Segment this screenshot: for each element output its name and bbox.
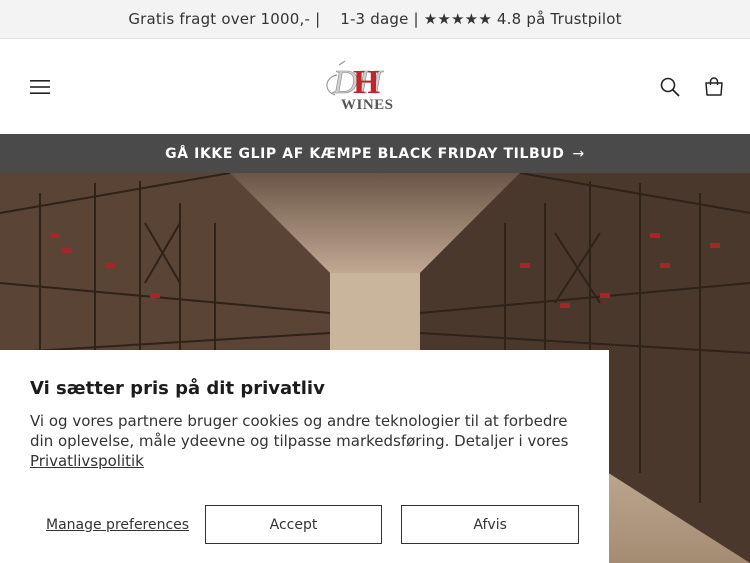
search-button[interactable]: [658, 75, 682, 99]
consent-title: Vi sætter pris på dit privatliv: [30, 378, 325, 399]
site-logo[interactable]: DH H WINES: [315, 55, 395, 119]
site-header: DH H WINES: [0, 39, 750, 134]
announcement-bar: Gratis fragt over 1000,- | 1-3 dage | ★★…: [0, 0, 750, 39]
svg-text:H: H: [353, 64, 379, 101]
privacy-policy-link[interactable]: Privatlivspolitik: [30, 452, 144, 470]
search-icon: [660, 77, 680, 97]
promo-label: GÅ IKKE GLIP AF KÆMPE BLACK FRIDAY TILBU…: [165, 145, 565, 162]
consent-actions: Manage preferences Accept Afvis: [30, 505, 579, 544]
arrow-right-icon: →: [572, 145, 585, 162]
manage-preferences-link[interactable]: Manage preferences: [30, 517, 205, 533]
cookie-consent-dialog: Vi sætter pris på dit privatliv Vi og vo…: [0, 350, 609, 563]
menu-icon: [30, 79, 50, 94]
svg-text:WINES: WINES: [341, 97, 394, 113]
decline-button[interactable]: Afvis: [401, 505, 579, 544]
menu-button[interactable]: [28, 75, 52, 99]
dh-wines-logo: DH H WINES: [326, 60, 394, 113]
announcement-text: Gratis fragt over 1000,- | 1-3 dage | ★★…: [128, 10, 622, 28]
consent-body: Vi og vores partnere bruger cookies og a…: [30, 411, 579, 471]
consent-body-text: Vi og vores partnere bruger cookies og a…: [30, 412, 569, 450]
promo-banner[interactable]: GÅ IKKE GLIP AF KÆMPE BLACK FRIDAY TILBU…: [0, 134, 750, 173]
accept-button[interactable]: Accept: [204, 505, 383, 544]
cart-icon: [705, 76, 723, 96]
cart-button[interactable]: [702, 75, 726, 99]
